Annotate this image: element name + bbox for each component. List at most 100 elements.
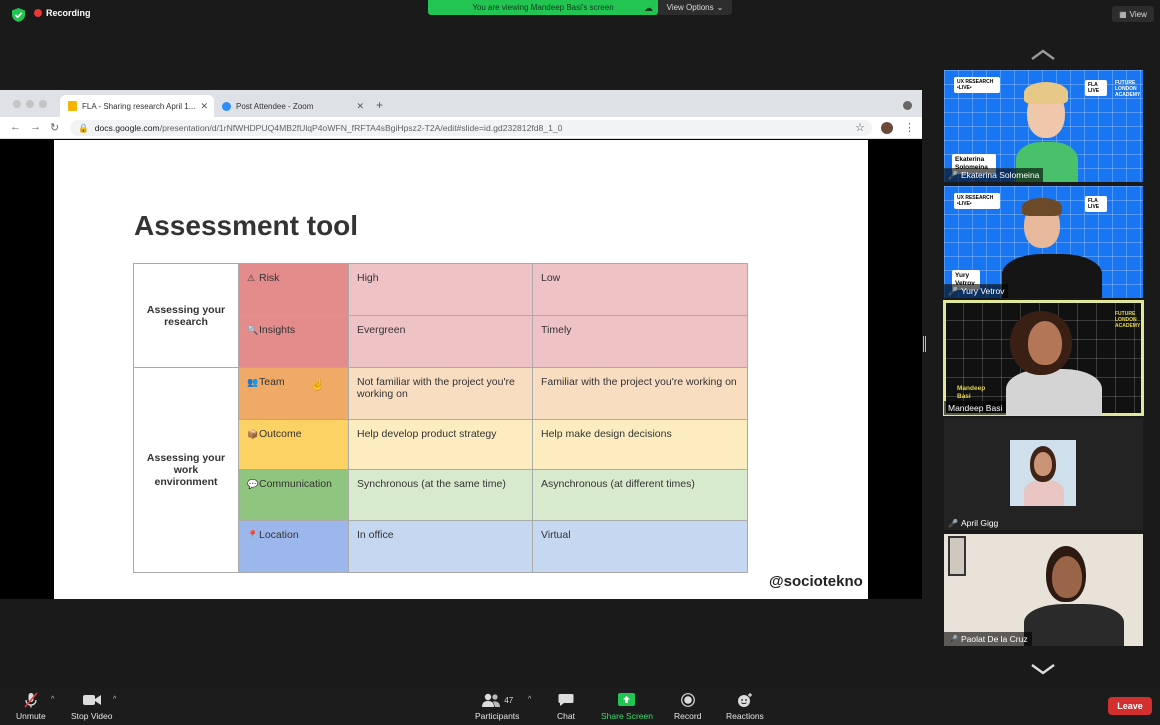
academy-label: FUTURE LONDON ACADEMY (1115, 80, 1141, 98)
browser-tab-slides[interactable]: FLA - Sharing research April 1... ✕ (60, 95, 214, 117)
participant-name-label: 🎤 Paolat De la Cruz (944, 632, 1032, 646)
scroll-down-chevron-icon[interactable] (1030, 663, 1056, 675)
chat-button[interactable]: Chat (557, 692, 575, 721)
participants-label: Participants (475, 711, 520, 721)
reload-icon[interactable]: ↻ (50, 121, 59, 134)
google-slides-icon (68, 101, 77, 111)
tab-search-icon[interactable] (903, 101, 912, 110)
security-shield-icon[interactable] (12, 8, 25, 22)
category-icon: 📦 (247, 429, 259, 439)
participants-options-caret-icon[interactable]: ^ (528, 696, 531, 703)
participant-name-label: 🎤 Ekaterina Solomeina (944, 168, 1044, 182)
participant-name-label: 🎤 April Gigg (948, 518, 999, 528)
browser-tab-zoom[interactable]: Post Attendee - Zoom ✕ (214, 95, 370, 117)
value-cell: High (348, 263, 533, 316)
unmute-label: Unmute (16, 711, 46, 721)
mic-muted-icon: 🎤 (948, 286, 958, 296)
close-window-dot[interactable] (13, 100, 21, 108)
panel-resize-handle[interactable] (923, 336, 926, 352)
value-cell: Help make design decisions (532, 419, 748, 470)
browser-menu-icon[interactable]: ⋮ (904, 121, 915, 134)
participant-face (1052, 556, 1082, 598)
category-cell: 💬Communication (238, 469, 349, 521)
browser-toolbar: ← → ↻ 🔒 docs.google.com/presentation/d/1… (0, 117, 922, 139)
category-label: Insights (259, 324, 296, 336)
profile-avatar[interactable] (880, 121, 894, 135)
participants-icon: 47 (481, 692, 513, 708)
scroll-up-chevron-icon[interactable] (1030, 49, 1056, 61)
recording-indicator[interactable]: Recording (34, 8, 91, 18)
mouse-cursor-icon: ☝ (310, 377, 325, 391)
table-row: Assessing your research ⚠ Risk High Low (133, 263, 748, 368)
participant-tile-active-speaker[interactable]: FUTURE LONDON ACADEMY Mandeep Basi Mande… (943, 300, 1144, 416)
participants-button[interactable]: 47 Participants (475, 692, 519, 721)
participant-face (1028, 321, 1062, 365)
view-button[interactable]: ▦ View (1112, 6, 1154, 22)
leave-button[interactable]: Leave (1108, 697, 1152, 715)
audio-options-caret-icon[interactable]: ^ (51, 696, 54, 703)
record-button[interactable]: Record (674, 692, 701, 721)
assessment-table: Assessing your research ⚠ Risk High Low 🔍Insi… (133, 263, 748, 573)
banner-text: You are viewing Mandeep Basi's screen (472, 3, 614, 12)
category-icon: 💬 (247, 479, 259, 489)
category-cell: 📍Location (238, 520, 349, 573)
bookmark-star-icon[interactable]: ☆ (855, 121, 865, 134)
close-tab-icon[interactable]: ✕ (200, 101, 208, 112)
category-label: Team (259, 376, 285, 388)
value-cell: In office (348, 520, 533, 573)
participant-body (1002, 254, 1102, 298)
participant-tile[interactable]: 🎤 April Gigg (944, 418, 1143, 530)
unmute-button[interactable]: Unmute (16, 692, 46, 721)
watermark-handle: @sociotekno (769, 573, 863, 590)
back-arrow-icon[interactable]: ← (10, 121, 21, 133)
value-cell: Familiar with the project you're working… (532, 367, 748, 420)
address-bar[interactable]: 🔒 docs.google.com/presentation/d/1rNfWHD… (70, 120, 872, 136)
tab-title: Post Attendee - Zoom (236, 101, 314, 111)
recording-dot-icon (34, 9, 42, 17)
academy-label: FUTURE LONDON ACADEMY (1115, 311, 1141, 329)
new-tab-icon[interactable]: + (376, 98, 383, 112)
event-card: UX RESEARCH •LIVE• (954, 193, 1000, 209)
profile-photo (1010, 440, 1076, 506)
value-cell: Virtual (532, 520, 748, 573)
smiley-plus-icon (737, 692, 753, 708)
presentation-viewport: Assessment tool Assessing your research ⚠… (0, 140, 922, 599)
video-options-caret-icon[interactable]: ^ (113, 696, 116, 703)
stop-video-button[interactable]: Stop Video (71, 692, 112, 721)
value-cell: Asynchronous (at different times) (532, 469, 748, 521)
zoom-icon (222, 101, 231, 111)
view-options-dropdown[interactable]: View Options ⌄ (658, 0, 732, 15)
minimize-window-dot[interactable] (26, 100, 34, 108)
url-host: docs.google.com (94, 123, 160, 133)
category-cell: 📦Outcome (238, 419, 349, 470)
table-row: Assessing your work environment 👥Team Not … (133, 367, 748, 573)
record-label: Record (674, 711, 702, 721)
participant-name-label: 🎤 Yury Vetrov (944, 284, 1009, 298)
mic-muted-icon (23, 692, 39, 708)
chat-label: Chat (557, 711, 575, 721)
participants-count: 47 (504, 695, 514, 705)
category-cell: ⚠ Risk (238, 263, 349, 316)
forward-arrow-icon[interactable]: → (30, 121, 41, 133)
chat-bubble-icon (558, 692, 574, 708)
fla-badge: FLA LIVE (1085, 80, 1107, 96)
chevron-down-icon: ⌄ (716, 3, 724, 12)
reactions-button[interactable]: Reactions (726, 692, 764, 721)
category-icon: ⚠ (247, 273, 256, 283)
close-tab-icon[interactable]: ✕ (356, 101, 364, 112)
value-cell: Help develop product strategy (348, 419, 533, 470)
mic-muted-icon: 🎤 (948, 518, 958, 528)
participant-tile[interactable]: UX RESEARCH •LIVE• FLA LIVE Yury Vetrov … (944, 186, 1143, 298)
participant-tile[interactable]: 🎤 Paolat De la Cruz (944, 534, 1143, 646)
cloud-icon: ☁ (644, 3, 653, 13)
tab-title: FLA - Sharing research April 1... (82, 101, 196, 111)
share-screen-button[interactable]: Share Screen (601, 692, 653, 721)
participant-body (1024, 604, 1124, 646)
maximize-window-dot[interactable] (39, 100, 47, 108)
category-label: Location (259, 529, 299, 541)
category-icon: 👥 (247, 377, 259, 387)
grid-icon: ▦ (1119, 9, 1127, 19)
participant-tile[interactable]: UX RESEARCH •LIVE• FLA LIVE FUTURE LONDO… (944, 70, 1143, 182)
participant-body (1024, 480, 1064, 506)
url-path: /presentation/d/1rNfWHDPUQ4MB2fUlqP4oWFN… (159, 123, 563, 133)
